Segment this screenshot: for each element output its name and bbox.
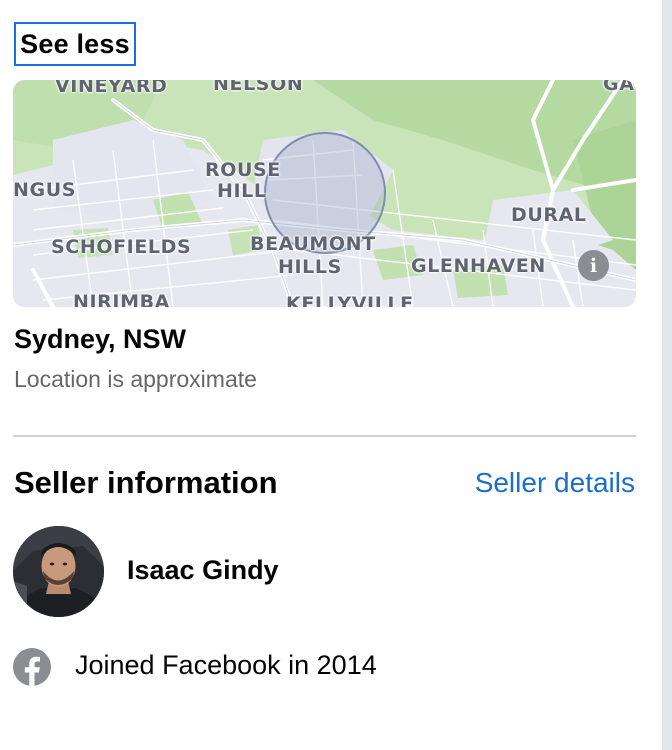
map-label-vineyard: VINEYARD xyxy=(55,80,168,97)
map-label-hill: HILL xyxy=(217,180,267,202)
avatar-photo xyxy=(13,526,104,617)
listing-location-seller-panel: See less VINEYARD NELSON GA ROUSE HILL N… xyxy=(0,0,672,750)
map-label-glenhaven: GLENHAVEN xyxy=(411,255,546,277)
map-label-beaumont: BEAUMONT xyxy=(250,233,376,255)
map-label-kellyville: KELLYVILLE xyxy=(286,293,414,307)
location-approximate-note: Location is approximate xyxy=(14,366,257,392)
map-label-angus: NGUS xyxy=(13,179,77,201)
map-label-hills: HILLS xyxy=(278,256,342,278)
section-divider xyxy=(13,435,636,437)
info-icon[interactable]: i xyxy=(578,250,609,281)
map-label-nelson: NELSON xyxy=(213,80,304,95)
map-label-ga: GA xyxy=(603,80,635,95)
map-label-rouse: ROUSE xyxy=(205,159,281,181)
map-label-dural: DURAL xyxy=(511,204,587,226)
scrollbar-track[interactable] xyxy=(662,0,672,750)
seller-avatar[interactable] xyxy=(13,526,104,617)
map-label-schofields: SCHOFIELDS xyxy=(51,236,192,258)
seller-name[interactable]: Isaac Gindy xyxy=(127,555,279,586)
facebook-icon xyxy=(13,648,51,686)
map-label-nirimba: NIRIMBA xyxy=(73,291,170,307)
seller-information-heading: Seller information xyxy=(14,465,278,500)
location-title: Sydney, NSW xyxy=(14,324,187,354)
seller-details-link[interactable]: Seller details xyxy=(475,467,635,499)
joined-facebook-text: Joined Facebook in 2014 xyxy=(75,650,377,680)
see-less-button[interactable]: See less xyxy=(14,22,136,66)
location-map[interactable]: VINEYARD NELSON GA ROUSE HILL NGUS DURAL… xyxy=(13,80,636,307)
